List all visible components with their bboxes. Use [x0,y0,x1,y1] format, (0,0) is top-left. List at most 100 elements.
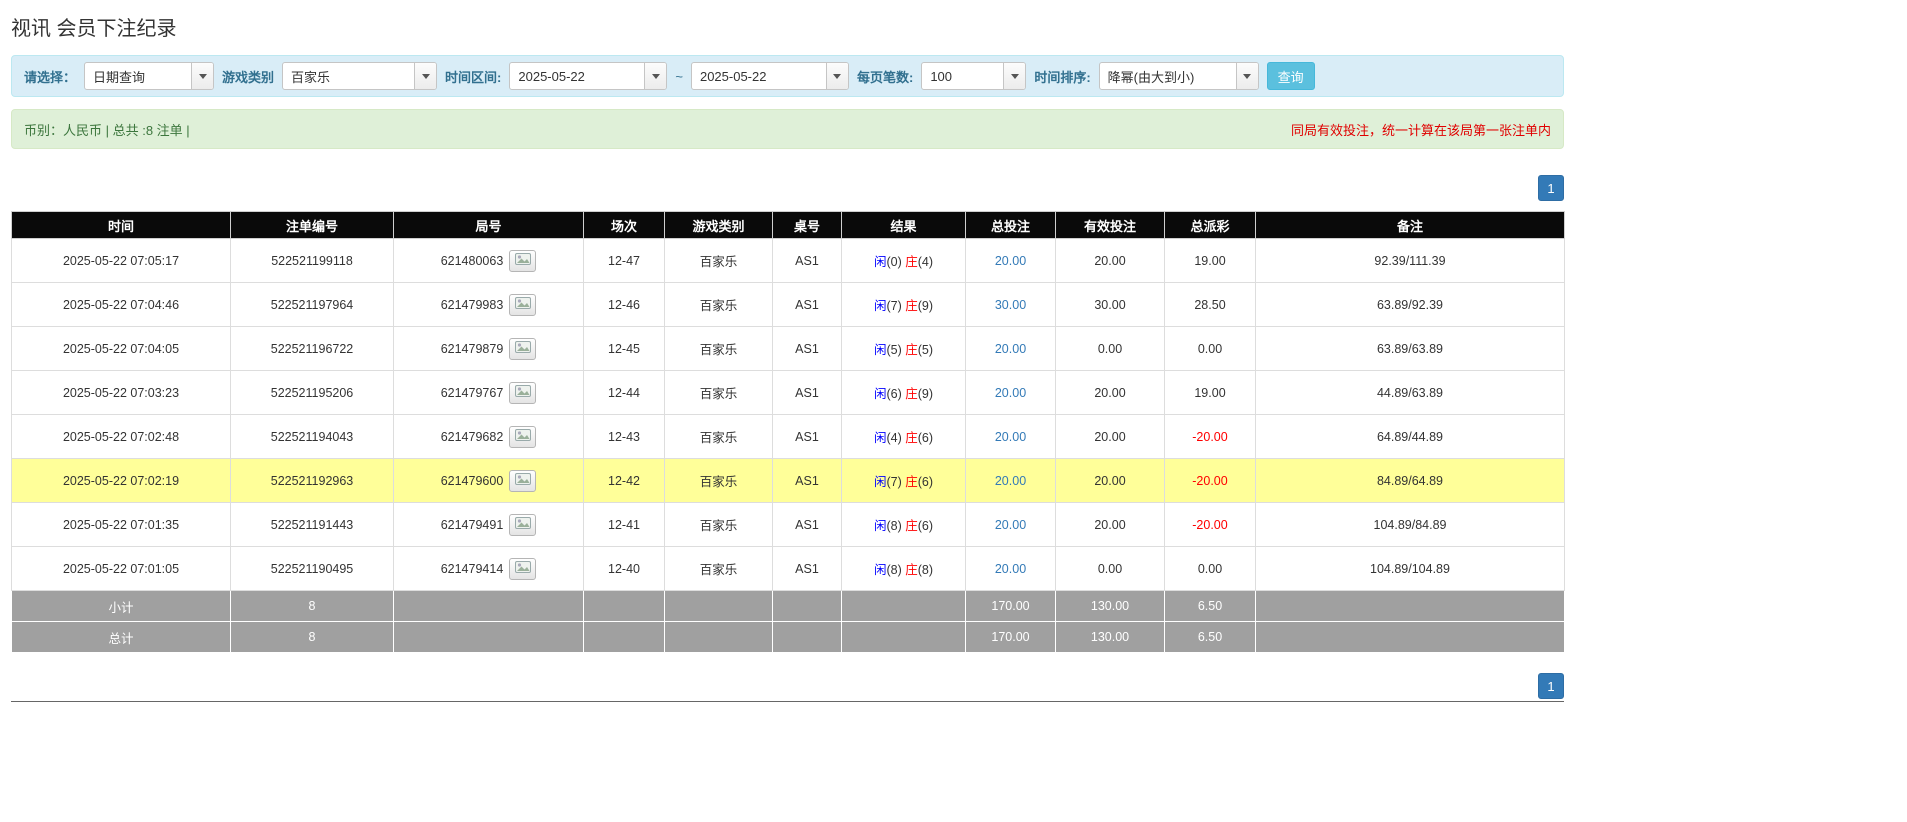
sort-order-select[interactable]: 降幂(由大到小) [1098,62,1259,90]
player-points: (6) [886,387,902,401]
player-points: (4) [886,431,902,445]
cell-round: 621480063 [393,238,584,283]
cell-table-no: AS1 [772,502,842,547]
cell-valid-bet: 20.00 [1055,458,1165,503]
cell-note: 92.39/111.39 [1255,238,1565,283]
total-bet-link[interactable]: 30.00 [995,298,1026,312]
cell-table-no: AS1 [772,370,842,415]
cell-payout: -20.00 [1164,502,1256,547]
search-button[interactable]: 查询 [1266,62,1315,90]
total-bet-link[interactable]: 20.00 [995,474,1026,488]
game-image-icon [514,517,531,532]
cell-session: 12-47 [583,238,665,283]
cell-session: 12-45 [583,326,665,371]
round-number: 621480063 [440,253,504,268]
player-points: (8) [886,563,902,577]
caret-down-icon[interactable] [644,63,667,89]
col-header-table-no: 桌号 [772,211,842,239]
round-result-button[interactable] [509,249,537,272]
cell-table-no: AS1 [772,414,842,459]
pagination-bottom: 1 [11,673,1564,699]
caret-down-icon[interactable] [414,63,437,89]
col-header-bet-id: 注单编号 [230,211,394,239]
cell-total-bet: 20.00 [965,238,1056,283]
col-header-result: 结果 [841,211,966,239]
empty-cell [664,590,773,622]
cell-result: 闲(8) 庄(6) [841,502,966,547]
cell-payout: -20.00 [1164,414,1256,459]
col-header-session: 场次 [583,211,665,239]
cell-round: 621479879 [393,326,584,371]
empty-cell [841,621,966,653]
empty-cell [583,590,665,622]
table-row: 2025-05-22 07:01:35 522521191443 621479491… [11,502,1565,547]
payout-value: -20.00 [1192,429,1228,444]
query-type-select[interactable]: 日期查询 [84,62,215,90]
player-points: (5) [886,343,902,357]
cell-valid-bet: 30.00 [1055,282,1165,327]
cell-note: 64.89/44.89 [1255,414,1565,459]
cell-valid-bet: 20.00 [1055,238,1165,283]
banker-points: (6) [917,519,934,533]
cell-payout: 0.00 [1164,546,1256,591]
empty-cell [772,590,842,622]
banker-points: (9) [917,387,934,401]
cell-time: 2025-05-22 07:02:48 [11,414,231,459]
game-image-icon [514,561,531,576]
col-header-round: 局号 [393,211,584,239]
cell-time: 2025-05-22 07:04:46 [11,282,231,327]
page-title: 视讯 会员下注纪录 [11,18,177,40]
total-bet-link[interactable]: 20.00 [995,386,1026,400]
cell-time: 2025-05-22 07:02:19 [11,458,231,503]
round-result-button[interactable] [509,293,537,316]
caret-down-icon[interactable] [1235,63,1258,89]
banker-points: (8) [917,563,934,577]
caret-down-icon[interactable] [1003,63,1026,89]
cell-session: 12-40 [583,546,665,591]
col-header-total-bet: 总投注 [965,211,1056,239]
cell-session: 12-41 [583,502,665,547]
game-image-icon [514,429,531,444]
game-type-select[interactable]: 百家乐 [282,62,438,90]
caret-shape [198,73,207,79]
round-result-button[interactable] [509,425,537,448]
query-type-value: 日期查询 [93,69,146,85]
caret-down-icon[interactable] [825,63,848,89]
total-bet-link[interactable]: 20.00 [995,342,1026,356]
total-bet-link[interactable]: 20.00 [995,254,1026,268]
cell-bet-id: 522521199118 [230,238,394,283]
cell-time: 2025-05-22 07:05:17 [11,238,231,283]
date-from-select[interactable]: 2025-05-22 [509,62,668,90]
total-valid-bet: 130.00 [1055,621,1165,653]
round-result-button[interactable] [509,557,537,580]
cell-session: 12-43 [583,414,665,459]
total-bet-link[interactable]: 20.00 [995,562,1026,576]
page-1-button-bottom[interactable]: 1 [1538,673,1564,699]
cell-payout: 19.00 [1164,370,1256,415]
cell-valid-bet: 0.00 [1055,326,1165,371]
cell-round: 621479682 [393,414,584,459]
col-header-game-type: 游戏类别 [664,211,773,239]
total-bet-link[interactable]: 20.00 [995,518,1026,532]
player-points: (8) [886,519,902,533]
cell-table-no: AS1 [772,326,842,371]
page-size-select[interactable]: 100 [921,62,1027,90]
round-result-button[interactable] [509,381,537,404]
page-1-button[interactable]: 1 [1538,175,1564,201]
caret-down-icon[interactable] [191,63,214,89]
date-to-select[interactable]: 2025-05-22 [690,62,849,90]
cell-note: 104.89/84.89 [1255,502,1565,547]
page-container: 视讯 会员下注纪录 请选择： 日期查询 游戏类别 百家乐 时间区间: 2025-… [11,0,1565,702]
player-points: (7) [886,475,902,489]
table-row: 2025-05-22 07:04:05 522521196722 621479879… [11,326,1565,371]
round-result-button[interactable] [509,337,537,360]
round-result-button[interactable] [509,469,537,492]
payout-value: 0.00 [1197,341,1223,356]
caret-shape [1010,73,1019,79]
game-image-icon [514,341,531,356]
subtotal-payout: 6.50 [1164,590,1256,622]
total-bet-link[interactable]: 20.00 [995,430,1026,444]
pagination-top: 1 [11,175,1564,201]
cell-result: 闲(0) 庄(4) [841,238,966,283]
round-result-button[interactable] [509,513,537,536]
